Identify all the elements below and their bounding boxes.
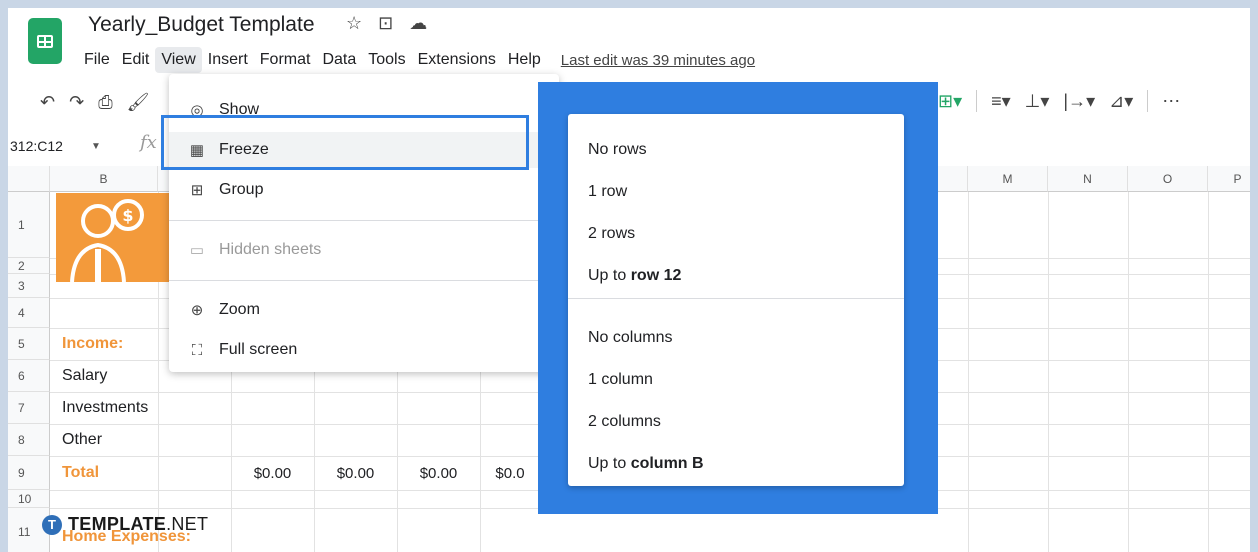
sheets-logo[interactable]: [28, 18, 62, 64]
chevron-down-icon[interactable]: ▼: [91, 141, 101, 152]
row-header-2[interactable]: 2: [8, 258, 50, 274]
title-icons: ☆ ⊡ ☁: [346, 13, 427, 34]
full-screen-icon: ⛶: [191, 341, 203, 359]
move-to-folder-icon[interactable]: ⊡: [378, 13, 393, 34]
total-cell-f9[interactable]: $0.0: [480, 456, 540, 490]
freeze-submenu: No rows 1 row 2 rows Up to row 12 No col…: [568, 114, 904, 486]
view-menu-full-screen[interactable]: ⛶ Full screen: [169, 332, 559, 368]
star-icon[interactable]: ☆: [346, 13, 362, 34]
total-cell-e9[interactable]: $0.00: [397, 456, 480, 490]
paint-format-icon[interactable]: 🖌: [127, 92, 150, 113]
menu-tools[interactable]: Tools: [362, 47, 411, 73]
print-icon[interactable]: ⎙: [98, 92, 112, 113]
row-header-9[interactable]: 9: [8, 456, 50, 490]
investments-label[interactable]: Investments: [62, 392, 148, 424]
merge-cells-icon[interactable]: ⊞▾: [938, 91, 962, 112]
row-header-6[interactable]: 6: [8, 360, 50, 392]
text-rotation-icon[interactable]: ⊿▾: [1109, 91, 1133, 112]
last-edit-link[interactable]: Last edit was 39 minutes ago: [561, 52, 755, 69]
toolbar-separator: [1147, 90, 1149, 112]
freeze-up-to-row[interactable]: Up to row 12: [568, 256, 904, 296]
app-window: Yearly_Budget Template ☆ ⊡ ☁ File Edit V…: [8, 8, 1250, 552]
freeze-no-rows[interactable]: No rows: [568, 130, 904, 170]
row-header-10[interactable]: 10: [8, 490, 50, 508]
row-header-7[interactable]: 7: [8, 392, 50, 424]
column-header-b[interactable]: B: [50, 166, 158, 192]
redo-icon[interactable]: ↷: [69, 92, 84, 113]
freeze-no-columns[interactable]: No columns: [568, 318, 904, 358]
row-header-3[interactable]: 3: [8, 274, 50, 298]
menu-help[interactable]: Help: [502, 47, 547, 73]
salary-label[interactable]: Salary: [62, 360, 107, 392]
menu-file[interactable]: File: [78, 47, 116, 73]
view-menu-group[interactable]: ⊞ Group ▸: [169, 172, 559, 208]
budget-banner-image: $: [56, 193, 172, 282]
template-net-watermark: T TEMPLATE.NET: [42, 514, 208, 535]
undo-icon[interactable]: ↶: [40, 92, 55, 113]
freeze-1-column[interactable]: 1 column: [568, 360, 904, 400]
other-label[interactable]: Other: [62, 424, 102, 456]
menu-view[interactable]: View: [155, 47, 202, 73]
group-plus-icon: ⊞: [190, 182, 204, 199]
view-menu-zoom[interactable]: ⊕ Zoom ▸: [169, 292, 559, 328]
toolbar-separator: [976, 90, 978, 112]
freeze-highlight-box: [161, 115, 529, 170]
menu-insert[interactable]: Insert: [202, 47, 254, 73]
column-header-n[interactable]: N: [1048, 166, 1128, 192]
total-cell-c9[interactable]: $0.00: [231, 456, 314, 490]
freeze-up-to-column[interactable]: Up to column B: [568, 444, 904, 484]
income-label[interactable]: Income:: [62, 328, 123, 360]
svg-text:$: $: [122, 206, 133, 225]
menu-format[interactable]: Format: [254, 47, 317, 73]
view-menu-hidden-sheets: ▭ Hidden sheets ▸: [169, 232, 559, 268]
freeze-2-rows[interactable]: 2 rows: [568, 214, 904, 254]
row-header-1[interactable]: 1: [8, 192, 50, 258]
column-header-p[interactable]: P: [1208, 166, 1250, 192]
name-box[interactable]: 312:C12 ▼: [8, 132, 128, 160]
column-header-o[interactable]: O: [1128, 166, 1208, 192]
hidden-sheet-icon: ▭: [189, 242, 205, 259]
zoom-icon: ⊕: [190, 302, 204, 319]
select-all-corner[interactable]: [8, 166, 50, 192]
menubar: File Edit View Insert Format Data Tools …: [78, 46, 755, 74]
menu-edit[interactable]: Edit: [116, 47, 156, 73]
document-title[interactable]: Yearly_Budget Template: [88, 13, 315, 37]
name-box-value: 312:C12: [10, 138, 63, 154]
freeze-2-columns[interactable]: 2 columns: [568, 402, 904, 442]
total-cell-d9[interactable]: $0.00: [314, 456, 397, 490]
freeze-1-row[interactable]: 1 row: [568, 172, 904, 212]
text-wrap-icon[interactable]: |→▾: [1063, 91, 1095, 112]
column-header-m[interactable]: M: [968, 166, 1048, 192]
cloud-status-icon[interactable]: ☁: [409, 13, 427, 34]
menu-extensions[interactable]: Extensions: [412, 47, 502, 73]
total-label[interactable]: Total: [62, 456, 99, 490]
template-logo-icon: T: [42, 514, 62, 535]
row-header-8[interactable]: 8: [8, 424, 50, 456]
vertical-align-icon[interactable]: ⊥▾: [1025, 91, 1050, 112]
row-header-5[interactable]: 5: [8, 328, 50, 360]
menu-data[interactable]: Data: [316, 47, 362, 73]
row-header-4[interactable]: 4: [8, 298, 50, 328]
horizontal-align-icon[interactable]: ≡▾: [991, 91, 1011, 112]
more-options-icon[interactable]: ⋯: [1162, 91, 1180, 112]
fx-icon: fx: [140, 132, 157, 153]
